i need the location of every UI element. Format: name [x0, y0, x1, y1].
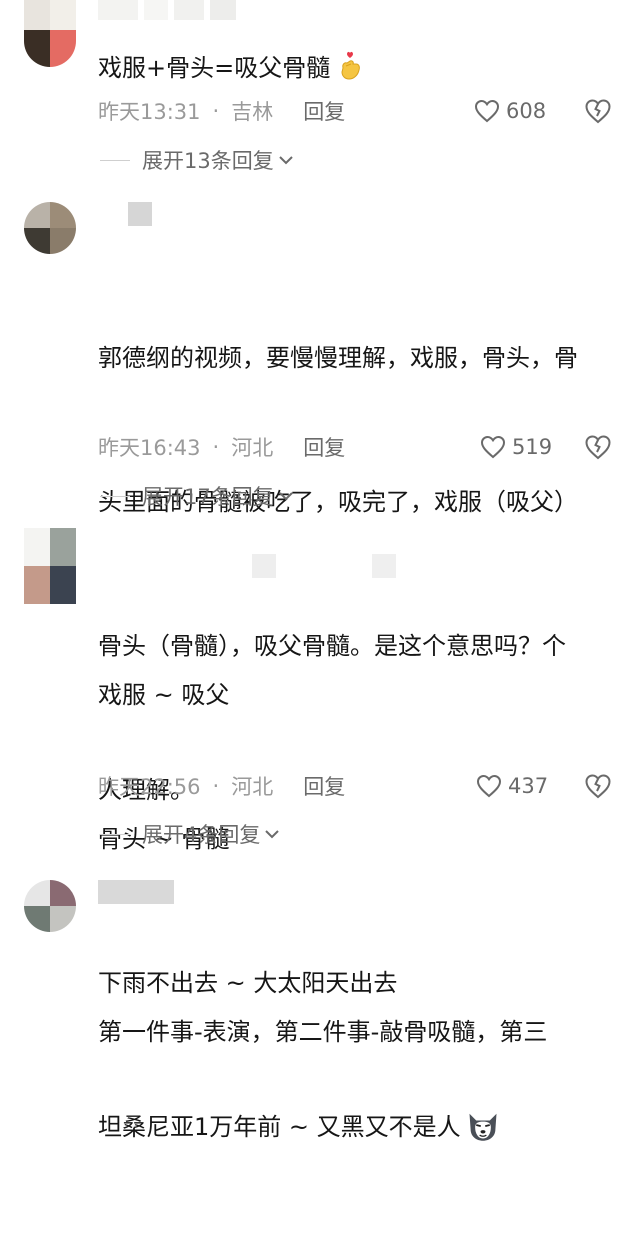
comment-time: 昨天22:56: [98, 775, 201, 799]
chevron-down-icon: [279, 492, 293, 501]
chevron-down-icon: [265, 830, 280, 839]
expand-replies-label: 展开17条回复: [142, 485, 274, 509]
divider-line: [100, 159, 130, 161]
broken-heart-icon[interactable]: [584, 433, 612, 461]
divider-line: [100, 495, 130, 497]
avatar[interactable]: [24, 202, 76, 254]
expand-replies-label: 展开4条回复: [142, 823, 261, 847]
comment-location: 吉林: [231, 100, 274, 124]
avatar[interactable]: [24, 528, 76, 604]
expand-replies-button[interactable]: 展开13条回复: [100, 145, 294, 175]
username[interactable]: [98, 880, 174, 904]
separator-dot: ·: [212, 774, 220, 798]
broken-heart-icon[interactable]: [584, 772, 612, 800]
broken-heart-icon[interactable]: [584, 97, 612, 125]
comment-text: 第一件事-表演，第二件事-敲骨吸髓，第三: [98, 912, 618, 1152]
like-count: 519: [512, 435, 553, 459]
like-button[interactable]: 519: [480, 432, 552, 462]
comment-meta: 昨天16:43 · 河北 回复: [98, 432, 345, 462]
separator-dot: ·: [212, 99, 220, 123]
comment-time: 昨天16:43: [98, 436, 201, 460]
comment-time: 昨天13:31: [98, 100, 201, 124]
comment-text-line: 第一件事-表演，第二件事-敲骨吸髓，第三: [98, 1018, 548, 1046]
comment-meta: 昨天22:56 · 河北 回复: [98, 771, 345, 801]
like-button[interactable]: 608: [474, 96, 546, 126]
comment-text-line: 戏服 ~ 吸父: [98, 681, 230, 709]
like-button[interactable]: 437: [476, 771, 548, 801]
comment-text: 戏服+骨头=吸父骨髓: [98, 44, 618, 92]
like-count: 437: [508, 774, 549, 798]
chevron-down-icon: [279, 156, 293, 165]
comment-meta: 昨天13:31 · 吉林 回复: [98, 96, 345, 126]
reply-button[interactable]: 回复: [303, 432, 345, 462]
avatar[interactable]: [24, 880, 76, 932]
divider-line: [100, 833, 130, 835]
avatar[interactable]: [24, 0, 76, 67]
expand-replies-label: 展开13条回复: [142, 149, 274, 173]
comment-location: 河北: [231, 436, 274, 460]
comment-location: 河北: [231, 775, 274, 799]
heart-outline-icon: [474, 99, 500, 123]
expand-replies-button[interactable]: 展开17条回复: [100, 481, 294, 511]
reply-button[interactable]: 回复: [303, 771, 345, 801]
expand-replies-button[interactable]: 展开4条回复: [100, 819, 280, 849]
username[interactable]: [128, 202, 152, 226]
heart-outline-icon: [480, 435, 506, 459]
heart-outline-icon: [476, 774, 502, 798]
separator-dot: ·: [212, 435, 220, 459]
reply-button[interactable]: 回复: [303, 96, 345, 126]
finger-heart-emoji: [341, 51, 361, 80]
comment-text-line: 郭德纲的视频，要慢慢理解，戏服，骨头，骨: [98, 344, 578, 372]
username[interactable]: [98, 0, 236, 20]
like-count: 608: [506, 99, 547, 123]
